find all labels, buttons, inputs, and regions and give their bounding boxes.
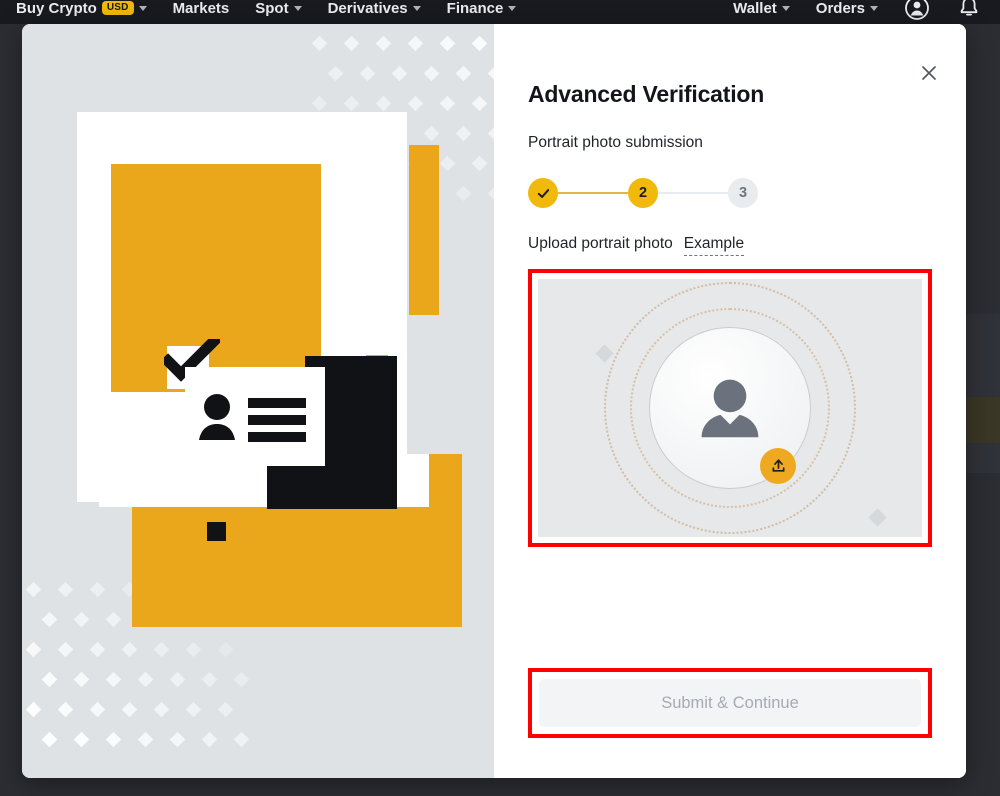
stepper-connector-2 (658, 192, 728, 194)
step-1-complete[interactable] (528, 178, 558, 208)
illustration-black-square (207, 522, 226, 541)
chevron-down-icon (413, 6, 421, 11)
submit-continue-button[interactable]: Submit & Continue (539, 679, 921, 727)
nav-item-finance[interactable]: Finance (447, 0, 517, 17)
close-icon[interactable] (914, 58, 944, 88)
step-3-pending[interactable]: 3 (728, 178, 758, 208)
nav-label-orders: Orders (816, 0, 865, 17)
submit-highlight-box: Submit & Continue (528, 668, 932, 738)
nav-item-orders[interactable]: Orders (816, 0, 878, 17)
nav-item-spot[interactable]: Spot (255, 0, 301, 17)
identity-verification-illustration (22, 24, 494, 778)
decorative-diamond (868, 508, 886, 526)
step-2-active[interactable]: 2 (628, 178, 658, 208)
user-account-icon[interactable] (904, 0, 930, 21)
stepper-connector-1 (558, 192, 628, 194)
nav-label-finance: Finance (447, 0, 504, 17)
chevron-down-icon (870, 6, 878, 11)
nav-right-group: Wallet Orders (733, 0, 982, 25)
illustration-yellow-bar-right (409, 145, 439, 315)
usd-currency-badge[interactable]: USD (102, 1, 134, 15)
verification-form-pane: Advanced Verification Portrait photo sub… (494, 24, 966, 778)
nav-item-wallet[interactable]: Wallet (733, 0, 790, 17)
nav-item-markets[interactable]: Markets (173, 0, 230, 17)
chevron-down-icon (139, 6, 147, 11)
verification-stepper: 2 3 (528, 152, 932, 208)
page-title: Advanced Verification (528, 24, 932, 108)
advanced-verification-modal: Advanced Verification Portrait photo sub… (22, 24, 966, 778)
illustration-id-card (185, 367, 325, 466)
dropzone-highlight-box (528, 269, 932, 547)
chevron-down-icon (508, 6, 516, 11)
nav-label-wallet: Wallet (733, 0, 777, 17)
upload-icon[interactable] (760, 448, 796, 484)
nav-item-derivatives[interactable]: Derivatives (328, 0, 421, 17)
example-link[interactable]: Example (684, 235, 744, 256)
chevron-down-icon (782, 6, 790, 11)
portrait-photo-dropzone[interactable] (538, 279, 922, 537)
chevron-down-icon (294, 6, 302, 11)
nav-item-buy-crypto[interactable]: Buy Crypto USD (16, 0, 147, 17)
top-navigation-bar: Buy Crypto USD Markets Spot Derivatives … (0, 0, 1000, 24)
decorative-diamond (595, 344, 613, 362)
nav-label-buy-crypto: Buy Crypto (16, 0, 97, 17)
upload-portrait-label: Upload portrait photo (528, 235, 673, 253)
upload-label-row: Upload portrait photo Example (528, 208, 932, 256)
nav-label-spot: Spot (255, 0, 288, 17)
nav-label-derivatives: Derivatives (328, 0, 408, 17)
nav-label-markets: Markets (173, 0, 230, 17)
nav-left-group: Buy Crypto USD Markets Spot Derivatives … (16, 4, 516, 21)
notification-bell-icon[interactable] (956, 0, 982, 21)
modal-subtitle: Portrait photo submission (528, 108, 932, 152)
